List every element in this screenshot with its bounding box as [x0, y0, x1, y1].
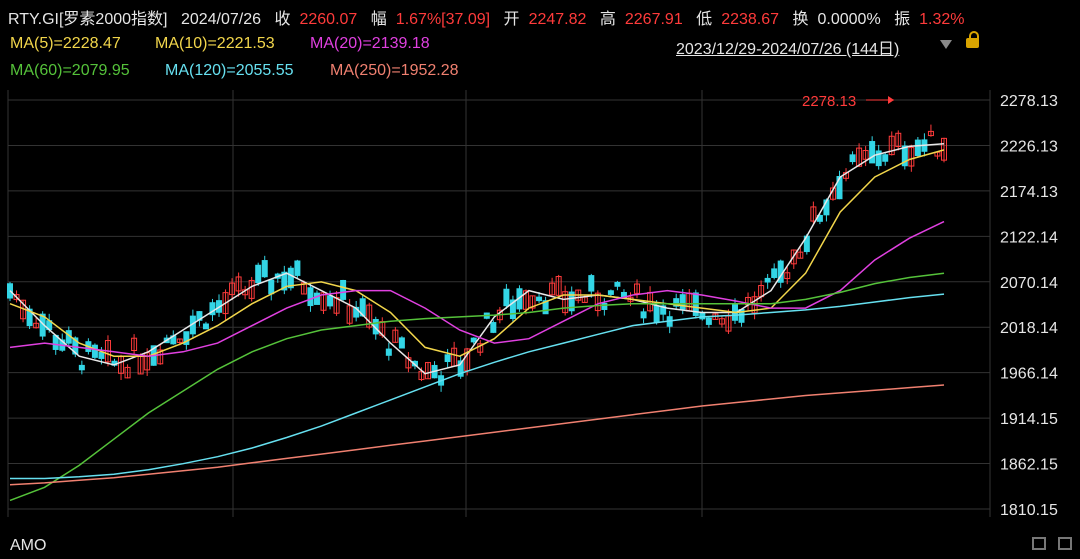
y-tick-label: 2122.14 [1000, 229, 1058, 246]
candle-body [470, 337, 477, 343]
y-tick-label: 1810.15 [1000, 502, 1058, 519]
candle-body [287, 267, 294, 289]
candle-body [313, 292, 320, 305]
candle-body [640, 311, 647, 319]
y-tick-label: 1862.15 [1000, 457, 1058, 474]
ma-line-4 [10, 293, 945, 480]
candle-body [536, 296, 543, 302]
candle-body [340, 279, 347, 300]
candle-body [764, 277, 771, 283]
candle-body [398, 337, 405, 349]
candle-body [914, 139, 921, 157]
y-axis-labels: 2278.13 2226.13 2174.13 2122.14 2070.14 2018.… [1000, 93, 1058, 519]
candle-body [503, 288, 510, 307]
panel-toggle-icon[interactable] [1032, 537, 1046, 550]
max-annotation: 2278.13 [802, 93, 894, 110]
y-tick-label: 1966.14 [1000, 366, 1058, 383]
y-tick-label: 2174.13 [1000, 184, 1058, 201]
candle-body [385, 348, 392, 356]
candle-body [91, 344, 98, 358]
candle-body [882, 154, 889, 162]
candle-body [98, 351, 105, 359]
candle-body [771, 268, 778, 278]
candle-body [327, 295, 334, 307]
candle-body [444, 354, 451, 363]
candle-body [294, 260, 301, 276]
candle-body [202, 323, 209, 330]
candle-body [261, 260, 268, 278]
y-tick-label: 2226.13 [1000, 138, 1058, 155]
candle-body [307, 287, 314, 307]
candle-body [653, 305, 660, 323]
max-arrow-head [888, 96, 894, 104]
candle-body [255, 264, 262, 284]
y-tick-label: 2018.14 [1000, 320, 1058, 337]
expand-icon[interactable] [1058, 537, 1072, 550]
candle-body [490, 322, 497, 333]
candle-body [705, 317, 712, 325]
candle-body [869, 141, 876, 164]
candle-body [601, 302, 608, 310]
ma-line-3 [9, 272, 945, 502]
candle-body [268, 279, 275, 295]
candle-body [679, 294, 686, 310]
candle-body [614, 281, 621, 287]
ma-lines [9, 143, 945, 502]
candle-body [699, 312, 706, 320]
max-value-label: 2278.13 [802, 93, 856, 110]
y-tick-label: 1914.15 [1000, 411, 1058, 428]
amo-indicator-label[interactable]: AMO [10, 537, 46, 555]
candle-body [607, 290, 614, 295]
ma-line-1 [9, 149, 945, 357]
candle-body [849, 154, 856, 163]
candle-body [588, 275, 595, 292]
candle-body [78, 364, 85, 371]
grid-lines [7, 90, 991, 517]
ma-line-0 [9, 143, 945, 375]
candlestick-chart: 2278.13 2226.13 2174.13 2122.14 2070.14 2018.… [7, 90, 1058, 519]
y-tick-label: 2278.13 [1000, 93, 1058, 110]
y-tick-label: 2070.14 [1000, 275, 1058, 292]
